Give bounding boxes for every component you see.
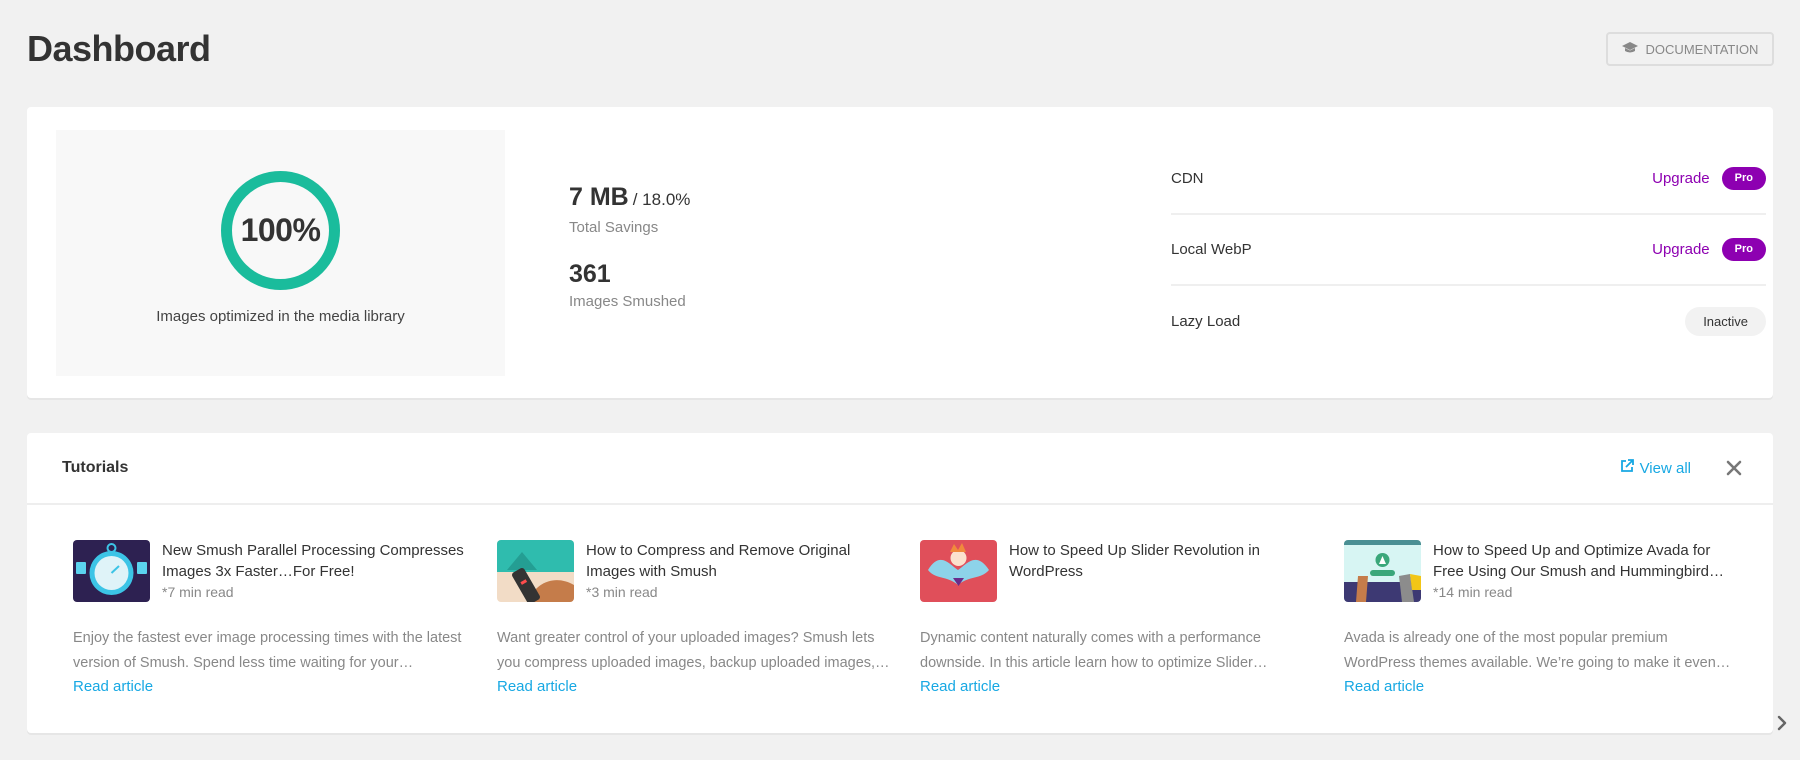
- feature-list: CDN Upgrade Pro Local WebP Upgrade Pro L…: [1171, 107, 1766, 357]
- tutorial-title[interactable]: New Smush Parallel Processing Compresses…: [162, 540, 468, 582]
- total-savings: 7 MB/ 18.0%: [569, 182, 690, 215]
- tutorials-card: Tutorials View all New Smush Parallel Pr…: [27, 433, 1787, 733]
- upgrade-link[interactable]: Upgrade: [1652, 241, 1710, 258]
- tutorial-thumbnail-stopwatch[interactable]: [73, 540, 150, 602]
- savings-label: Total Savings: [569, 219, 659, 236]
- chevron-right-icon[interactable]: [1775, 715, 1789, 731]
- tutorial-description: Enjoy the fastest ever image processing …: [73, 630, 462, 671]
- tutorial-description: Dynamic content naturally comes with a p…: [920, 630, 1268, 671]
- pro-badge: Pro: [1721, 166, 1766, 190]
- view-all-label: View all: [1639, 459, 1691, 477]
- feature-row-cdn: CDN Upgrade Pro: [1171, 107, 1766, 215]
- tutorial-title[interactable]: How to Compress and Remove Original Imag…: [586, 540, 892, 582]
- tutorial-list: New Smush Parallel Processing Compresses…: [73, 540, 1787, 731]
- smushed-label: Images Smushed: [569, 293, 686, 310]
- feature-name: Lazy Load: [1171, 313, 1241, 330]
- score-value: 100%: [240, 212, 321, 248]
- read-article-link[interactable]: Read article: [497, 676, 892, 698]
- optimization-score: 100% Images optimized in the media libra…: [56, 130, 505, 376]
- tutorial-thumbnail-avada[interactable]: [1344, 540, 1421, 602]
- external-link-icon: [1620, 459, 1634, 477]
- read-time: *14 min read: [1433, 584, 1513, 600]
- pro-badge: Pro: [1721, 238, 1766, 261]
- documentation-button[interactable]: DOCUMENTATION: [1606, 32, 1774, 66]
- feature-row-lazy-load: Lazy Load Inactive: [1171, 286, 1766, 357]
- savings-value: 7 MB: [569, 183, 629, 211]
- tutorial-item: New Smush Parallel Processing Compresses…: [73, 540, 468, 698]
- tutorial-title[interactable]: How to Speed Up and Optimize Avada for F…: [1433, 540, 1739, 582]
- stats: 7 MB/ 18.0% Total Savings 361 Images Smu…: [569, 182, 690, 311]
- tutorials-title: Tutorials: [62, 459, 129, 476]
- tutorial-item: How to Compress and Remove Original Imag…: [497, 540, 892, 698]
- feature-row-local-webp: Local WebP Upgrade Pro: [1171, 215, 1766, 286]
- tutorial-description: Avada is already one of the most popular…: [1344, 630, 1731, 671]
- score-ring: 100%: [220, 170, 341, 291]
- status-badge: Inactive: [1685, 307, 1766, 336]
- tutorials-header: Tutorials View all: [27, 433, 1773, 505]
- view-all-link[interactable]: View all: [1620, 459, 1691, 477]
- score-caption: Images optimized in the media library: [156, 308, 405, 325]
- summary-card: 100% Images optimized in the media libra…: [27, 107, 1773, 398]
- graduation-cap-icon: [1621, 41, 1638, 57]
- tutorial-title[interactable]: How to Speed Up Slider Revolution in Wor…: [1009, 540, 1315, 582]
- smushed-count: 361: [569, 260, 611, 288]
- tutorial-thumbnail-character[interactable]: [920, 540, 997, 602]
- read-time: *7 min read: [162, 584, 234, 600]
- page-title: Dashboard: [27, 28, 211, 69]
- tutorial-description: Want greater control of your uploaded im…: [497, 630, 890, 671]
- upgrade-link[interactable]: Upgrade: [1652, 170, 1710, 187]
- feature-name: CDN: [1171, 169, 1204, 187]
- read-article-link[interactable]: Read article: [73, 676, 468, 698]
- tutorial-item: How to Speed Up and Optimize Avada for F…: [1344, 540, 1739, 698]
- read-article-link[interactable]: Read article: [920, 676, 1315, 698]
- tutorial-item: How to Speed Up Slider Revolution in Wor…: [920, 540, 1315, 698]
- feature-name: Local WebP: [1171, 241, 1252, 258]
- read-time: *3 min read: [586, 584, 658, 600]
- close-icon[interactable]: [1725, 459, 1743, 477]
- savings-percent: / 18.0%: [632, 190, 691, 209]
- tutorial-thumbnail-phone[interactable]: [497, 540, 574, 602]
- read-article-link[interactable]: Read article: [1344, 676, 1739, 698]
- documentation-label: DOCUMENTATION: [1645, 41, 1759, 57]
